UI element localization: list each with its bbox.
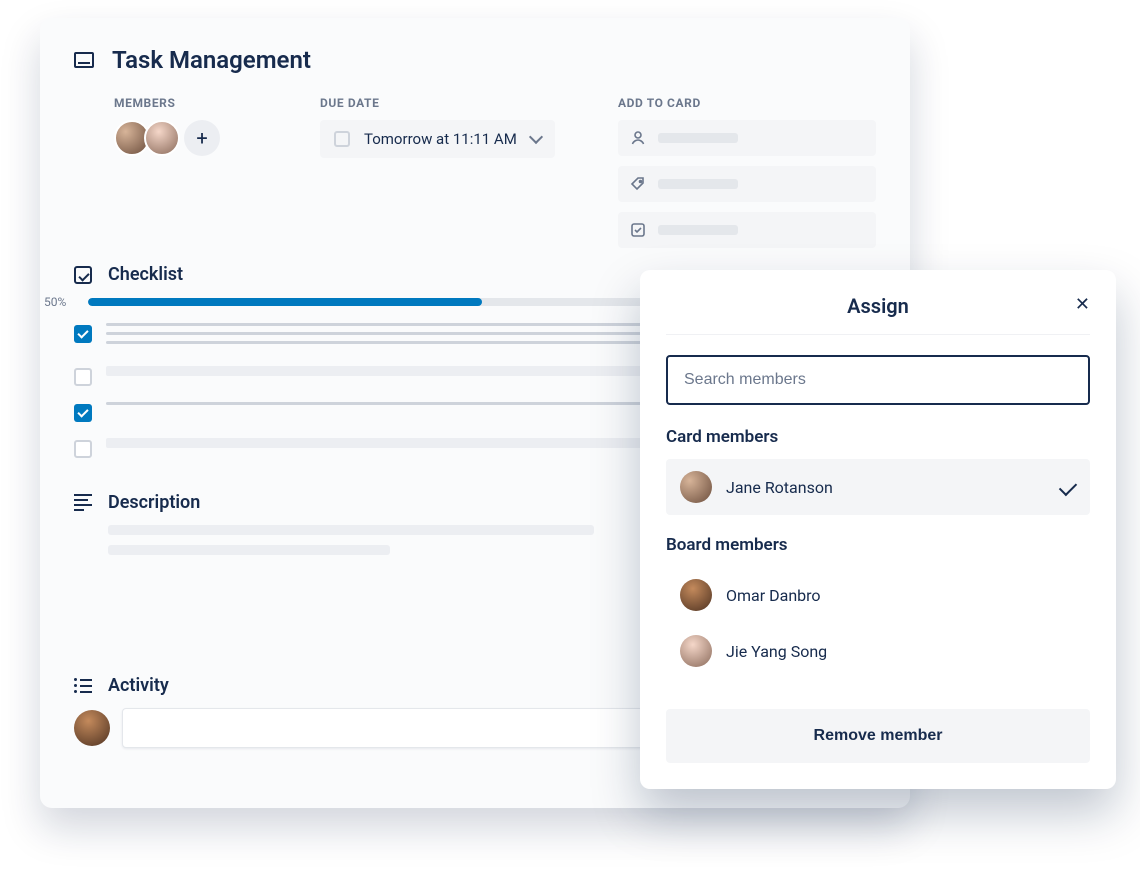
description-title: Description [108,492,200,513]
card-members-label: Card members [666,427,1090,447]
checklist-checkbox-checked[interactable] [74,404,92,422]
activity-title: Activity [108,675,169,696]
progress-percent-label: 50% [44,295,78,309]
check-icon [1059,478,1077,496]
members-label: MEMBERS [114,96,220,110]
checklist-icon [630,222,646,238]
sidebar-labels-button[interactable] [618,166,876,202]
add-member-button[interactable]: + [184,120,220,156]
add-to-card-label: ADD TO CARD [618,96,876,110]
description-body[interactable] [74,525,594,555]
due-date-checkbox[interactable] [334,131,350,147]
checklist-checkbox[interactable] [74,368,92,386]
sidebar-checklist-button[interactable] [618,212,876,248]
checklist-checkbox-checked[interactable] [74,325,92,343]
skeleton-text [658,225,738,235]
member-name: Jane Rotanson [726,478,1046,497]
checklist-title: Checklist [108,264,183,285]
member-avatar[interactable] [144,120,180,156]
person-icon [630,130,646,146]
current-user-avatar[interactable] [74,710,110,746]
card-header: Task Management [74,46,876,74]
card-members-group: Card members Jane Rotanson [666,427,1090,515]
close-icon[interactable]: ✕ [1075,296,1090,314]
due-date-block: DUE DATE Tomorrow at 11:11 AM [320,96,578,258]
member-name: Jie Yang Song [726,642,1076,661]
board-members-group: Board members Omar Danbro Jie Yang Song [666,535,1090,679]
board-members-label: Board members [666,535,1090,555]
checklist-icon [74,266,92,284]
remove-member-button[interactable]: Remove member [666,709,1090,763]
progress-fill [88,298,482,306]
skeleton-text [658,133,738,143]
assign-header: Assign ✕ [666,294,1090,335]
sidebar-members-button[interactable] [618,120,876,156]
assign-popover: Assign ✕ Card members Jane Rotanson Boar… [640,270,1116,789]
card-icon [74,52,94,68]
due-date-label: DUE DATE [320,96,578,110]
activity-icon [74,678,92,693]
member-avatar [680,471,712,503]
assign-title: Assign [666,294,1090,318]
members-avatars: + [114,120,220,156]
search-members-input[interactable] [666,355,1090,405]
member-row[interactable]: Jie Yang Song [666,623,1090,679]
members-block: MEMBERS + [114,96,220,258]
checklist-checkbox[interactable] [74,440,92,458]
due-date-chip[interactable]: Tomorrow at 11:11 AM [320,120,555,158]
member-avatar [680,635,712,667]
tag-icon [630,176,646,192]
due-date-value: Tomorrow at 11:11 AM [364,130,517,148]
member-row[interactable]: Jane Rotanson [666,459,1090,515]
card-meta-row: MEMBERS + DUE DATE Tomorrow at 11:11 AM … [74,96,876,258]
member-row[interactable]: Omar Danbro [666,567,1090,623]
chevron-down-icon [529,130,543,144]
card-title: Task Management [112,46,311,74]
member-avatar [680,579,712,611]
add-to-card-block: ADD TO CARD [618,96,876,258]
member-name: Omar Danbro [726,586,1076,605]
description-icon [74,494,92,511]
skeleton-text [658,179,738,189]
